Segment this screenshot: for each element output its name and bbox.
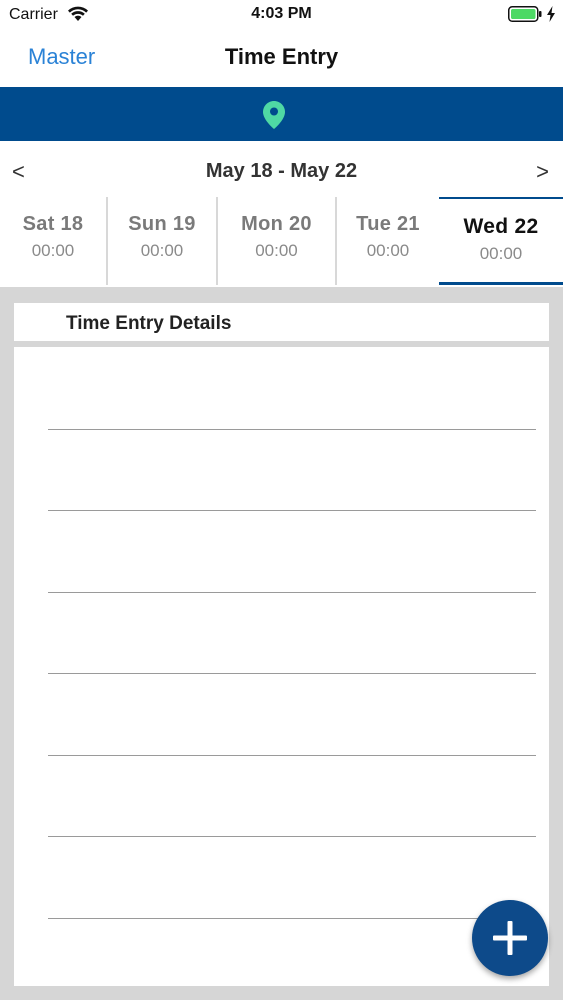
day-tab-mon[interactable]: Mon 20 00:00 (218, 197, 335, 285)
day-tab-hours: 00:00 (255, 241, 298, 260)
details-header: Time Entry Details (14, 303, 549, 341)
plus-icon (493, 921, 527, 955)
list-row-divider (48, 755, 536, 756)
day-tab-sun[interactable]: Sun 19 00:00 (108, 197, 216, 285)
week-range-label: May 18 - May 22 (205, 160, 358, 182)
day-tab-hours: 00:00 (140, 241, 184, 260)
next-week-button[interactable]: > (536, 159, 549, 185)
add-time-entry-button[interactable] (472, 900, 548, 976)
day-tab-label: Wed 22 (463, 215, 539, 238)
page-title: Time Entry (224, 44, 339, 69)
list-row-divider (48, 592, 536, 593)
day-tab-label: Tue 21 (356, 213, 420, 235)
day-tab-hours: 00:00 (366, 241, 410, 260)
day-tab-label: Sun 19 (128, 213, 196, 235)
day-tab-tue[interactable]: Tue 21 00:00 (337, 197, 439, 285)
day-tab-hours: 00:00 (31, 241, 75, 260)
week-selector: < May 18 - May 22 > (0, 141, 563, 197)
navigation-bar: Master Time Entry (0, 30, 563, 87)
list-row-divider (48, 836, 536, 837)
battery-icon (508, 6, 542, 22)
status-bar: Carrier 4:03 PM (0, 0, 563, 30)
day-tab-hours: 00:00 (479, 244, 523, 263)
day-tab-sat[interactable]: Sat 18 00:00 (0, 197, 106, 285)
status-time: 4:03 PM (251, 5, 312, 22)
charging-bolt-icon (547, 6, 555, 22)
list-row-divider (48, 673, 536, 674)
day-tab-label: Sat 18 (22, 213, 84, 235)
time-entry-list[interactable] (14, 347, 549, 986)
location-pin-icon[interactable] (263, 101, 285, 129)
list-row-divider (48, 510, 536, 511)
day-tabs: Sat 18 00:00 Sun 19 00:00 Mon 20 00:00 T… (0, 197, 563, 287)
day-tab-wed[interactable]: Wed 22 00:00 (439, 197, 563, 285)
list-row-divider (48, 918, 536, 919)
details-title: Time Entry Details (66, 313, 232, 334)
location-banner (0, 87, 563, 141)
list-row-divider (48, 429, 536, 430)
day-tab-label: Mon 20 (241, 213, 312, 235)
